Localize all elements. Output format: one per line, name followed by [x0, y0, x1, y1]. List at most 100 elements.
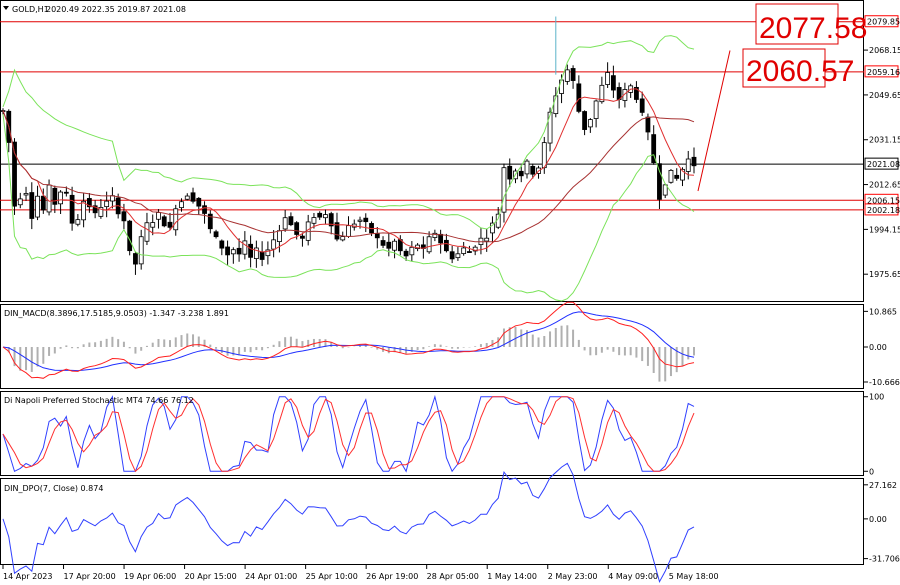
candle-body — [150, 222, 156, 228]
indicator-tick-label: 0 — [869, 467, 874, 476]
candle-body — [340, 236, 346, 241]
candle-body — [357, 219, 363, 222]
candle-body — [501, 167, 507, 213]
candle-body — [461, 247, 467, 254]
candle-body — [81, 200, 87, 221]
stochastic-title: Di Napoli Preferred Stochastic MT4 74.66… — [4, 396, 194, 405]
target-label-2: 2060.57 — [746, 55, 854, 88]
candle-body — [541, 142, 547, 169]
candle-body — [674, 174, 680, 179]
candle-body — [161, 216, 167, 227]
candle-body — [443, 239, 449, 252]
candle-body — [403, 250, 409, 257]
level-tag-label: 2079.85 — [867, 18, 900, 27]
candle-body — [587, 119, 593, 128]
candle-body — [570, 68, 576, 81]
candle-body — [219, 240, 225, 249]
candle-body — [610, 75, 616, 91]
price-tick-label: 1994.15 — [869, 225, 900, 234]
level-tag-label: 2002.18 — [867, 206, 900, 215]
candle-body — [190, 192, 196, 202]
indicator-tick-label: 0.00 — [869, 515, 887, 524]
candle-body — [225, 246, 230, 256]
candle-body — [35, 195, 40, 218]
stochastic-k-line — [2, 394, 695, 473]
candle-body — [346, 225, 351, 237]
main-panel-frame — [0, 0, 864, 302]
level-tag-label: 2021.08 — [867, 160, 900, 169]
indicator-tick-label: 27.162 — [869, 481, 897, 490]
time-tick-label: 24 Apr 01:00 — [245, 572, 297, 581]
candle-body — [380, 240, 386, 246]
candle-body — [242, 240, 248, 255]
candle-body — [184, 195, 190, 200]
candle-body — [645, 116, 651, 133]
candle-body — [46, 184, 52, 213]
price-tick-label: 2068.15 — [869, 46, 900, 55]
price-tick-label: 2031.15 — [869, 136, 900, 145]
target-label-1: 2077.58 — [759, 12, 867, 45]
candle-body — [392, 240, 397, 251]
candle-body — [75, 219, 81, 225]
candle-body — [276, 230, 282, 243]
indicator-tick-label: 100 — [869, 393, 884, 402]
indicator-tick-label: 10.865 — [869, 307, 897, 316]
candle-body — [668, 169, 674, 183]
candle-body — [363, 217, 369, 223]
time-tick-label: 25 Apr 10:00 — [306, 572, 358, 581]
candle-body — [639, 98, 645, 113]
time-tick-label: 26 Apr 19:00 — [366, 572, 418, 581]
candle-body — [133, 253, 138, 265]
candle-body — [530, 165, 536, 175]
stochastic-panel — [2, 394, 695, 473]
candle-body — [657, 163, 662, 200]
candle-body — [685, 158, 691, 172]
candle-body — [467, 251, 472, 253]
chart-canvas[interactable]: 2068.15 2049.65 2031.15 2012.65 1994.15 1975.… — [0, 0, 900, 585]
candle-body — [317, 212, 323, 218]
candle-body — [455, 253, 461, 259]
candle-body — [282, 217, 288, 230]
candle-body — [138, 236, 144, 265]
candle-body — [156, 212, 161, 220]
target-box-1: 2077.58 — [755, 3, 867, 45]
dpo-title: DIN_DPO(7, Close) 0.874 — [4, 484, 103, 493]
candle-body — [17, 198, 23, 206]
ohlc-readout: 2020.49 2022.35 2019.87 2021.08 — [46, 5, 186, 14]
candle-body — [426, 236, 432, 253]
candle-body — [104, 200, 110, 208]
price-tick-label: 1975.65 — [869, 270, 900, 279]
candle-body — [564, 69, 570, 82]
indicator-tick-label: -10.666 — [869, 378, 900, 387]
candle-body — [582, 111, 587, 130]
candle-body — [374, 233, 380, 239]
candle-body — [323, 214, 328, 219]
time-tick-label: 17 Apr 20:00 — [64, 572, 116, 581]
indicator-tick-label: 0.00 — [869, 343, 887, 352]
candle-body — [63, 191, 69, 194]
indicator-tick-label: -31.706 — [869, 555, 900, 564]
target-box-2: 2060.57 — [742, 48, 854, 88]
candle-body — [23, 193, 29, 196]
candle-body — [386, 241, 392, 249]
time-tick-label: 14 Apr 2023 — [3, 572, 52, 581]
dpo-line — [2, 462, 695, 584]
candle-body — [69, 194, 75, 224]
candle-body — [294, 222, 300, 235]
candle-body — [518, 170, 524, 177]
candle-body — [173, 208, 179, 231]
candle-body — [52, 187, 58, 205]
candle-body — [311, 217, 317, 224]
candle-body — [547, 111, 553, 144]
triangle-down-icon[interactable] — [3, 6, 9, 10]
axes: 2068.15 2049.65 2031.15 2012.65 1994.15 1975.… — [2, 15, 900, 581]
dpo-panel-frame — [0, 478, 864, 565]
chart-window: 2068.15 2049.65 2031.15 2012.65 1994.15 1975.… — [0, 0, 900, 585]
time-tick-label: 1 May 14:00 — [487, 572, 537, 581]
candle-body — [202, 205, 207, 214]
time-tick-label: 2 May 23:00 — [548, 572, 598, 581]
candle-body — [179, 201, 184, 209]
time-tick-label: 5 May 18:00 — [669, 572, 719, 581]
candle-body — [167, 221, 173, 228]
candle-body — [409, 246, 415, 256]
